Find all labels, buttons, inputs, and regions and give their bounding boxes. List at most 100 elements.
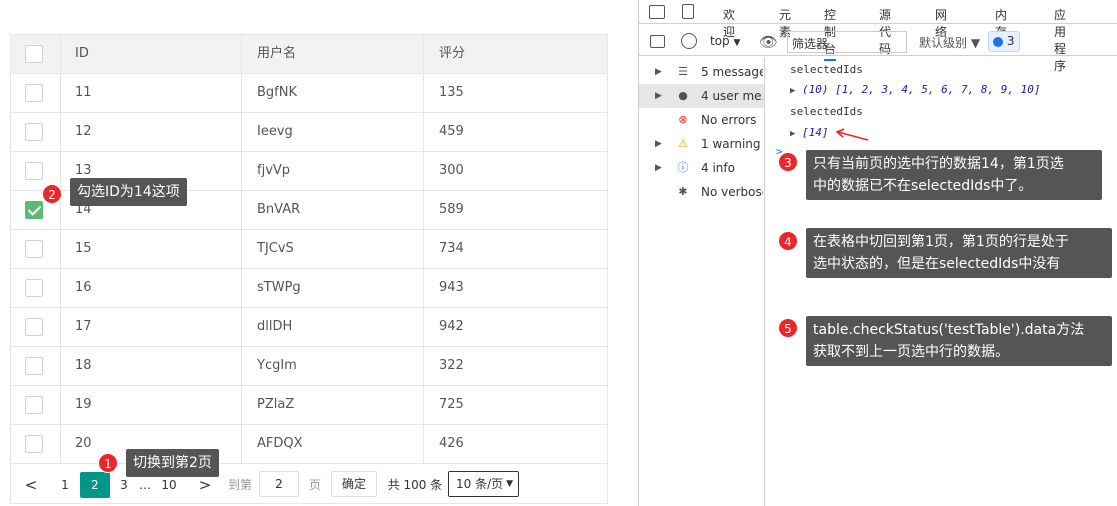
page-1-link[interactable]: 1: [57, 472, 73, 498]
row-checkbox[interactable]: [25, 279, 43, 297]
console-array-value: [14]: [802, 126, 829, 139]
header-score[interactable]: 评分: [439, 35, 465, 73]
eye-icon[interactable]: 👁: [759, 33, 778, 51]
total-count: 共 100 条: [387, 478, 443, 492]
console-sidebar-item[interactable]: ▶ ● 4 user me...: [639, 84, 764, 108]
select-all-checkbox[interactable]: [25, 45, 43, 63]
cell-score: 300: [439, 163, 464, 178]
console-filter-input[interactable]: 筛选器: [787, 31, 907, 53]
table-row[interactable]: 11 BgfNK 135: [11, 74, 607, 113]
table-row[interactable]: 19 PZlaZ 725: [11, 386, 607, 425]
callout-3: 只有当前页的选中行的数据14，第1页选 中的数据已不在selectedIds中了…: [806, 150, 1102, 200]
cell-score: 426: [439, 436, 464, 451]
console-sidebar-item[interactable]: ▶ ⓘ 4 info: [639, 156, 764, 180]
expand-arrow-icon: ▶: [790, 129, 796, 139]
goto-confirm-button[interactable]: 确定: [331, 471, 377, 497]
header-username[interactable]: 用户名: [257, 35, 296, 73]
log-level-select[interactable]: 默认级别 ▼: [919, 34, 980, 51]
table-row[interactable]: 12 Ieevg 459: [11, 113, 607, 152]
cell-score: 459: [439, 124, 464, 139]
sidebar-toggle-icon[interactable]: [650, 35, 665, 48]
sidebar-item-label: No errors: [701, 113, 757, 127]
cell-score: 734: [439, 241, 464, 256]
cell-username: sTWPg: [257, 280, 301, 295]
table-header: ID 用户名 评分: [11, 35, 607, 74]
sidebar-item-icon: ⓘ: [677, 161, 689, 174]
cell-id: 16: [75, 280, 92, 295]
callout-2: 勾选ID为14这项: [70, 178, 187, 206]
cell-username: dllDH: [257, 319, 293, 334]
cell-username: fjvVp: [257, 163, 291, 178]
row-checkbox[interactable]: [25, 318, 43, 336]
cell-score: 589: [439, 202, 464, 217]
row-checkbox[interactable]: [25, 201, 43, 219]
header-id[interactable]: ID: [75, 35, 89, 73]
console-array-value: (10) [1, 2, 3, 4, 5, 6, 7, 8, 9, 10]: [802, 83, 1041, 96]
row-checkbox[interactable]: [25, 396, 43, 414]
cell-score: 725: [439, 397, 464, 412]
cell-score: 942: [439, 319, 464, 334]
sidebar-item-label: 1 warning: [701, 137, 761, 151]
column-divider: [241, 35, 242, 464]
cell-id: 20: [75, 436, 92, 451]
cell-id: 19: [75, 397, 92, 412]
cell-username: PZlaZ: [257, 397, 295, 412]
data-table: ID 用户名 评分 11 BgfNK 135 12 Ieevg 459 13 fjvVp 300…: [10, 34, 608, 504]
issues-icon: [993, 36, 1003, 47]
cell-username: YcgIm: [257, 358, 297, 373]
callout-badge-5: 5: [778, 318, 798, 338]
callout-badge-3: 3: [778, 152, 798, 172]
console-sidebar-item[interactable]: ✱ No verbose: [639, 180, 764, 204]
row-checkbox[interactable]: [25, 240, 43, 258]
cell-username: BgfNK: [257, 85, 297, 100]
table-row[interactable]: 18 YcgIm 322: [11, 347, 607, 386]
clear-console-icon[interactable]: [681, 33, 697, 49]
table-row[interactable]: 17 dllDH 942: [11, 308, 607, 347]
column-divider: [60, 35, 61, 464]
table-row[interactable]: 16 sTWPg 943: [11, 269, 607, 308]
callout-badge-1: 1: [98, 453, 118, 473]
page-unit-label: 页: [308, 478, 321, 492]
cell-score: 943: [439, 280, 464, 295]
issues-button[interactable]: 3: [988, 31, 1020, 52]
console-toolbar: top ▼ 👁 筛选器 默认级别 ▼ 3: [639, 28, 1117, 56]
row-checkbox[interactable]: [25, 357, 43, 375]
row-checkbox[interactable]: [25, 84, 43, 102]
context-select[interactable]: top ▼: [710, 34, 740, 48]
red-arrow-icon: [835, 128, 869, 141]
expand-arrow-icon: ▶: [790, 86, 796, 96]
row-checkbox[interactable]: [25, 162, 43, 180]
row-checkbox[interactable]: [25, 435, 43, 453]
cell-username: TJCvS: [257, 241, 294, 256]
console-sidebar-item[interactable]: ▶ ☰ 5 messages: [639, 60, 764, 84]
row-checkbox[interactable]: [25, 123, 43, 141]
column-divider: [423, 35, 424, 464]
cell-id: 15: [75, 241, 92, 256]
cell-score: 135: [439, 85, 464, 100]
console-log-line: selectedIds: [790, 105, 863, 118]
inspect-icon[interactable]: [649, 5, 665, 19]
console-sidebar-item[interactable]: ⊗ No errors: [639, 108, 764, 132]
sidebar-item-icon: ✱: [678, 185, 688, 198]
sidebar-item-icon: ⊗: [678, 113, 688, 126]
console-array-line[interactable]: ▶ [14]: [790, 126, 829, 139]
cell-username: BnVAR: [257, 202, 301, 217]
goto-page-input[interactable]: 2: [259, 471, 299, 497]
callout-badge-2: 2: [42, 184, 62, 204]
console-output: selectedIds ▶ (10) [1, 2, 3, 4, 5, 6, 7,…: [766, 57, 1117, 506]
page-size-select[interactable]: 10 条/页 ▼: [448, 471, 519, 497]
prev-page-button[interactable]: <: [23, 472, 39, 498]
sidebar-item-icon: ⚠: [678, 137, 688, 150]
device-toolbar-icon[interactable]: [682, 4, 694, 19]
sidebar-item-icon: ●: [678, 89, 688, 102]
expand-arrow-icon: ▶: [655, 139, 662, 149]
callout-badge-4: 4: [778, 231, 798, 251]
page-size-value: 10 条/页: [456, 477, 504, 491]
sidebar-item-label: 5 messages: [701, 65, 763, 79]
table-row[interactable]: 15 TJCvS 734: [11, 230, 607, 269]
expand-arrow-icon: ▶: [655, 67, 662, 77]
expand-arrow-icon: ▶: [655, 91, 662, 101]
console-sidebar-item[interactable]: ▶ ⚠ 1 warning: [639, 132, 764, 156]
console-array-line[interactable]: ▶ (10) [1, 2, 3, 4, 5, 6, 7, 8, 9, 10]: [790, 83, 1040, 96]
page-2-current[interactable]: 2: [80, 472, 110, 498]
